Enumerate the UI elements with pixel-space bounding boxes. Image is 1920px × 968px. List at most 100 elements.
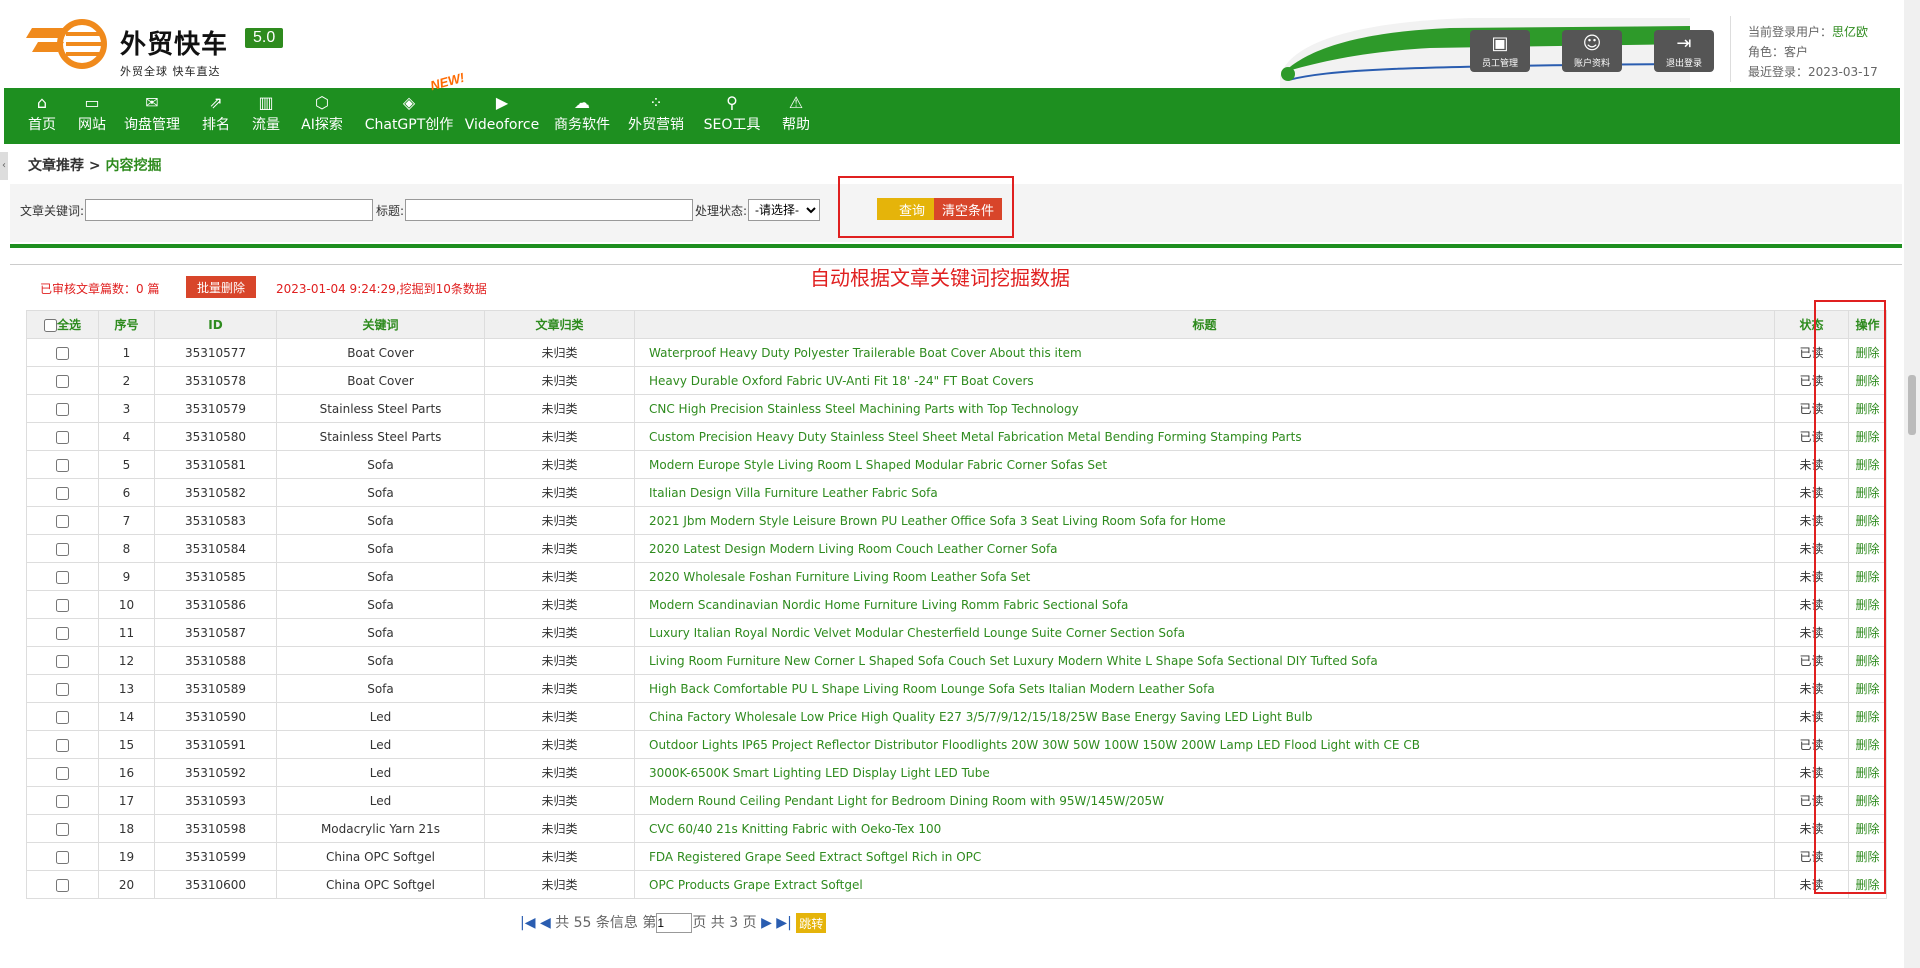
row-id: 35310581 [154,450,277,479]
row-checkbox[interactable] [56,570,69,584]
breadcrumb-parent[interactable]: 文章推荐 [28,158,84,174]
role-label: 角色： [1748,45,1785,59]
nav-chatgpt[interactable]: ◈ ChatGPT创作 [362,88,456,144]
table-row: 8 35310584 Sofa 未归类 2020 Latest Design Moder… [26,534,1887,563]
row-checkbox[interactable] [56,514,69,528]
row-index: 16 [98,758,155,787]
nav-website[interactable]: ▭ 网站 [74,88,110,144]
row-title[interactable]: FDA Registered Grape Seed Extract Softge… [634,842,1775,871]
staff-management-button[interactable]: ▣ 员工管理 [1470,30,1530,72]
row-title[interactable]: Heavy Durable Oxford Fabric UV-Anti Fit … [634,366,1775,395]
row-title[interactable]: Italian Design Villa Furniture Leather F… [634,478,1775,507]
row-category: 未归类 [484,506,635,535]
cloud-icon: ☁ [574,93,590,112]
prev-page-icon[interactable]: ◀ [540,915,551,931]
table-row: 15 35310591 Led 未归类 Outdoor Lights IP65 Proj… [26,730,1887,759]
row-title[interactable]: Modern Round Ceiling Pendant Light for B… [634,786,1775,815]
scrollbar-thumb[interactable] [1908,375,1916,435]
row-checkbox[interactable] [56,346,69,360]
row-title[interactable]: Outdoor Lights IP65 Project Reflector Di… [634,730,1775,759]
nav-help[interactable]: ⚠ 帮助 [778,88,814,144]
row-title[interactable]: CVC 60/40 21s Knitting Fabric with Oeko-… [634,814,1775,843]
row-title[interactable]: Living Room Furniture New Corner L Shape… [634,646,1775,675]
row-title[interactable]: Custom Precision Heavy Duty Stainless St… [634,422,1775,451]
row-title[interactable]: 2020 Wholesale Foshan Furniture Living R… [634,562,1775,591]
row-title[interactable]: Modern Scandinavian Nordic Home Furnitur… [634,590,1775,619]
row-checkbox[interactable] [56,458,69,472]
row-checkbox[interactable] [56,598,69,612]
row-checkbox[interactable] [56,710,69,724]
row-title[interactable]: OPC Products Grape Extract Softgel [634,870,1775,899]
row-checkbox[interactable] [56,626,69,640]
row-title[interactable]: Luxury Italian Royal Nordic Velvet Modul… [634,618,1775,647]
row-title[interactable]: Modern Europe Style Living Room L Shaped… [634,450,1775,479]
pager-total-text: 共 55 条信息 第 [555,915,657,931]
row-id: 35310598 [154,814,277,843]
table-row: 17 35310593 Led 未归类 Modern Round Ceiling Pen… [26,786,1887,815]
row-index: 13 [98,674,155,703]
row-checkbox[interactable] [56,430,69,444]
row-checkbox[interactable] [56,738,69,752]
table-row: 1 35310577 Boat Cover 未归类 Waterproof Heavy D… [26,338,1887,367]
row-select-cell [26,478,99,507]
nav-ai[interactable]: ⬡ AI探索 [298,88,346,144]
row-checkbox[interactable] [56,682,69,696]
row-title[interactable]: 2021 Jbm Modern Style Leisure Brown PU L… [634,506,1775,535]
row-index: 3 [98,394,155,423]
row-title[interactable]: China Factory Wholesale Low Price High Q… [634,702,1775,731]
batch-delete-button[interactable]: 批量删除 [186,276,256,298]
status-select[interactable]: -请选择- [748,199,820,221]
row-checkbox[interactable] [56,878,69,892]
row-keyword: China OPC Softgel [276,870,485,899]
last-page-icon[interactable]: ▶| [776,915,791,931]
row-index: 9 [98,562,155,591]
table-row: 13 35310589 Sofa 未归类 High Back Comfortable P… [26,674,1887,703]
nav-seo-tools[interactable]: ⚲ SEO工具 [702,88,762,144]
row-keyword: Led [276,786,485,815]
row-checkbox[interactable] [56,850,69,864]
nav-traffic[interactable]: ▥ 流量 [248,88,284,144]
row-select-cell [26,842,99,871]
page-number-input[interactable] [656,913,693,933]
account-info-label: 账户资料 [1573,59,1610,69]
col-header-title: 标题 [634,310,1775,339]
row-checkbox[interactable] [56,374,69,388]
nav-videoforce[interactable]: ▶ Videoforce [464,88,540,144]
row-title[interactable]: CNC High Precision Stainless Steel Machi… [634,394,1775,423]
account-info-button[interactable]: ☺ 账户资料 [1562,30,1622,72]
row-id: 35310590 [154,702,277,731]
row-category: 未归类 [484,758,635,787]
highlight-box-actions [1814,300,1886,894]
row-checkbox[interactable] [56,654,69,668]
version-badge: 5.0 [245,28,284,48]
logo-icon [26,19,107,69]
nav-marketing[interactable]: ⁘ 外贸营销 [626,88,686,144]
go-button[interactable]: 跳转 [796,913,827,933]
nav-home[interactable]: ⌂ 首页 [24,88,60,144]
first-page-icon[interactable]: |◀ [520,915,535,931]
nav-ai-label: AI探索 [301,117,343,133]
monitor-icon: ▭ [84,93,100,112]
row-checkbox[interactable] [56,542,69,556]
row-checkbox[interactable] [56,766,69,780]
row-checkbox[interactable] [56,794,69,808]
row-title[interactable]: High Back Comfortable PU L Shape Living … [634,674,1775,703]
row-title[interactable]: 3000K-6500K Smart Lighting LED Display L… [634,758,1775,787]
row-index: 14 [98,702,155,731]
next-page-icon[interactable]: ▶ [761,915,772,931]
row-title[interactable]: Waterproof Heavy Duty Polyester Trailera… [634,338,1775,367]
logout-button[interactable]: ⇥ 退出登录 [1654,30,1714,72]
row-select-cell [26,534,99,563]
nav-business-software[interactable]: ☁ 商务软件 [552,88,612,144]
nav-ranking[interactable]: ⇗ 排名 [198,88,234,144]
row-title[interactable]: 2020 Latest Design Modern Living Room Co… [634,534,1775,563]
keyword-input[interactable] [85,199,373,221]
row-checkbox[interactable] [56,822,69,836]
select-all-checkbox[interactable] [43,319,57,332]
title-input[interactable] [405,199,693,221]
sidebar-toggle[interactable]: ‹ [0,152,8,180]
row-checkbox[interactable] [56,486,69,500]
scrollbar[interactable] [1904,0,1920,968]
nav-inquiry[interactable]: ✉ 询盘管理 [122,88,182,144]
row-checkbox[interactable] [56,402,69,416]
